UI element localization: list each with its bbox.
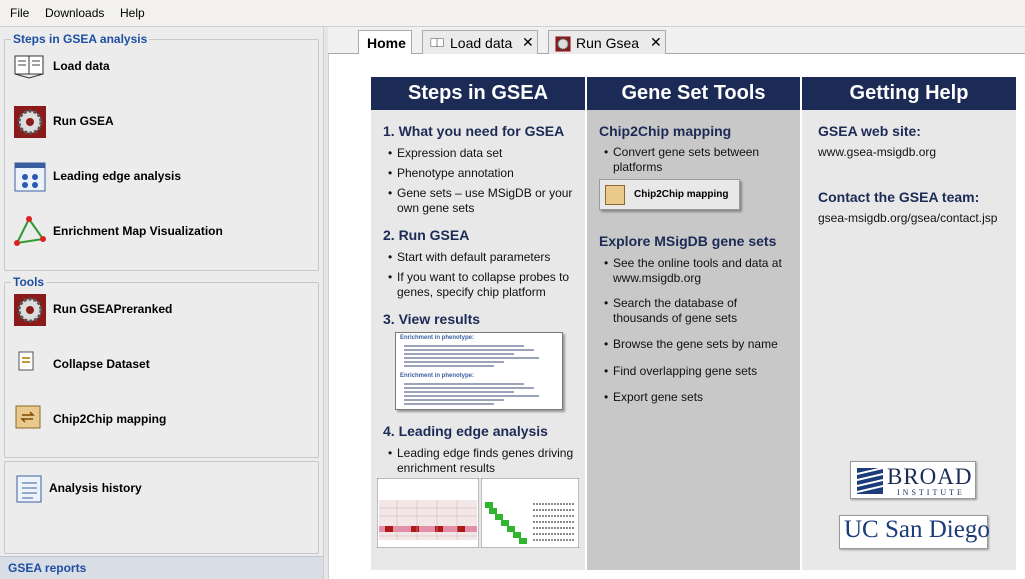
bullet-gene-sets: Gene sets – use MSigDB or your own gene … [388,186,577,216]
section-chip2chip: Chip2Chip mapping [599,123,732,139]
menu-bar: File Downloads Help [0,0,1025,27]
bullet-online-tools: See the online tools and data at www.msi… [604,256,793,286]
tools-group-title: Tools [11,275,47,289]
book-icon [14,55,44,79]
gene-set-tools-title: Gene Set Tools [587,77,800,110]
analysis-history-label: Analysis history [49,481,142,495]
tab-home[interactable]: Home [358,30,412,55]
book-icon [430,38,444,47]
heatmap-thumbnail [377,478,479,548]
bullet-browse: Browse the gene sets by name [604,337,799,352]
step-load-data[interactable]: Load data [13,50,303,84]
home-content: Steps in GSEA 1. What you need for GSEA … [328,54,1025,579]
dataset-icon [18,351,34,371]
chip2chip-button-label: Chip2Chip mapping [634,189,729,200]
broad-mark-icon [857,468,883,494]
results-thumbnail: Enrichment in phenotype: Enrichment in p… [395,332,563,410]
step-leading-edge-label: Leading edge analysis [53,169,182,183]
tool-run-gsea-preranked-label: Run GSEAPreranked [53,302,173,316]
history-group: Analysis history [4,461,319,554]
tool-chip2chip-label: Chip2Chip mapping [53,412,167,426]
gsea-reports-bar[interactable]: GSEA reports [0,556,323,579]
gsea-reports-label: GSEA reports [8,561,87,575]
leading-edge-matrix-thumbnail [481,478,579,548]
broad-logo-text: BROAD [887,464,973,489]
menu-help[interactable]: Help [120,6,145,20]
gear-icon [555,36,571,52]
contact-url[interactable]: gsea-msigdb.org/gsea/contact.jsp [818,211,997,225]
step-run-gsea-label: Run GSEA [53,114,114,128]
section-what-you-need: 1. What you need for GSEA [383,123,565,139]
getting-help-title: Getting Help [802,77,1016,110]
tab-strip: Home Load data ✕ Run Gsea ✕ [328,27,1025,55]
step-leading-edge[interactable]: Leading edge analysis [13,160,303,194]
network-triangle-icon [14,216,46,246]
uc-san-diego-logo: UC San Diego [839,515,990,549]
step-load-data-label: Load data [53,59,110,73]
history-list-icon [16,475,42,503]
ucsd-logo-text: UC San Diego [844,516,990,543]
bullet-export: Export gene sets [604,390,793,405]
steps-group: Steps in GSEA analysis Load data Run GSE… [4,32,319,271]
thumb-heading-2: Enrichment in phenotype: [400,373,475,379]
tab-load-data[interactable]: Load data ✕ [422,30,538,54]
cluster-window-icon [14,162,46,192]
chip-mapping-icon [15,405,41,429]
section-view-results: 3. View results [383,311,481,327]
gear-icon [14,106,46,138]
chip2chip-mapping-button[interactable]: Chip2Chip mapping [599,179,740,210]
steps-column-body: 1. What you need for GSEA Expression dat… [371,110,585,570]
gear-icon [14,294,46,326]
web-site-url[interactable]: www.gsea-msigdb.org [818,145,936,159]
web-site-heading: GSEA web site: [818,123,921,139]
steps-column-title: Steps in GSEA [371,77,585,110]
step-run-gsea[interactable]: Run GSEA [13,105,303,139]
close-icon[interactable]: ✕ [650,34,662,51]
tab-load-data-label: Load data [450,35,513,51]
tool-chip2chip[interactable]: Chip2Chip mapping [13,403,303,437]
bullet-overlap: Find overlapping gene sets [604,364,793,379]
tools-group: Tools Run GSEAPreranked Collapse Dataset… [4,275,319,458]
thumb-heading-1: Enrichment in phenotype: [400,335,475,341]
tab-run-gsea[interactable]: Run Gsea ✕ [548,30,666,54]
steps-column: Steps in GSEA 1. What you need for GSEA … [371,77,585,570]
bullet-collapse: If you want to collapse probes to genes,… [388,270,579,300]
menu-file[interactable]: File [10,6,29,20]
analysis-history[interactable]: Analysis history [13,472,303,506]
section-leading-edge: 4. Leading edge analysis [383,423,548,439]
bullet-search: Search the database of thousands of gene… [604,296,793,326]
chip-mapping-icon [605,185,625,205]
section-explore-msigdb: Explore MSigDB gene sets [599,233,777,249]
bullet-expression: Expression data set [388,146,577,161]
tab-run-gsea-label: Run Gsea [576,35,640,51]
bullet-convert: Convert gene sets between platforms [604,145,793,175]
tool-collapse-dataset-label: Collapse Dataset [53,357,150,371]
broad-logo-subtext: INSTITUTE [897,488,965,497]
step-enrichment-map-label: Enrichment Map Visualization [53,224,223,238]
left-panel: Steps in GSEA analysis Load data Run GSE… [0,27,323,579]
steps-group-title: Steps in GSEA analysis [11,32,150,46]
bullet-phenotype: Phenotype annotation [388,166,577,181]
getting-help-body: GSEA web site: www.gsea-msigdb.org Conta… [802,110,1016,570]
menu-downloads[interactable]: Downloads [45,6,104,20]
broad-institute-logo: BROAD INSTITUTE [850,461,976,499]
gene-set-tools-column: Gene Set Tools Chip2Chip mapping Convert… [587,77,800,570]
tab-home-label: Home [367,35,406,51]
step-enrichment-map[interactable]: Enrichment Map Visualization [13,215,303,249]
bullet-leading-edge: Leading edge finds genes driving enrichm… [388,446,577,476]
contact-heading: Contact the GSEA team: [818,189,980,205]
bullet-defaults: Start with default parameters [388,250,577,265]
section-run-gsea: 2. Run GSEA [383,227,470,243]
tool-run-gsea-preranked[interactable]: Run GSEAPreranked [13,293,303,327]
gene-set-tools-body: Chip2Chip mapping Convert gene sets betw… [587,110,800,570]
tool-collapse-dataset[interactable]: Collapse Dataset [13,348,303,382]
close-icon[interactable]: ✕ [522,34,534,51]
